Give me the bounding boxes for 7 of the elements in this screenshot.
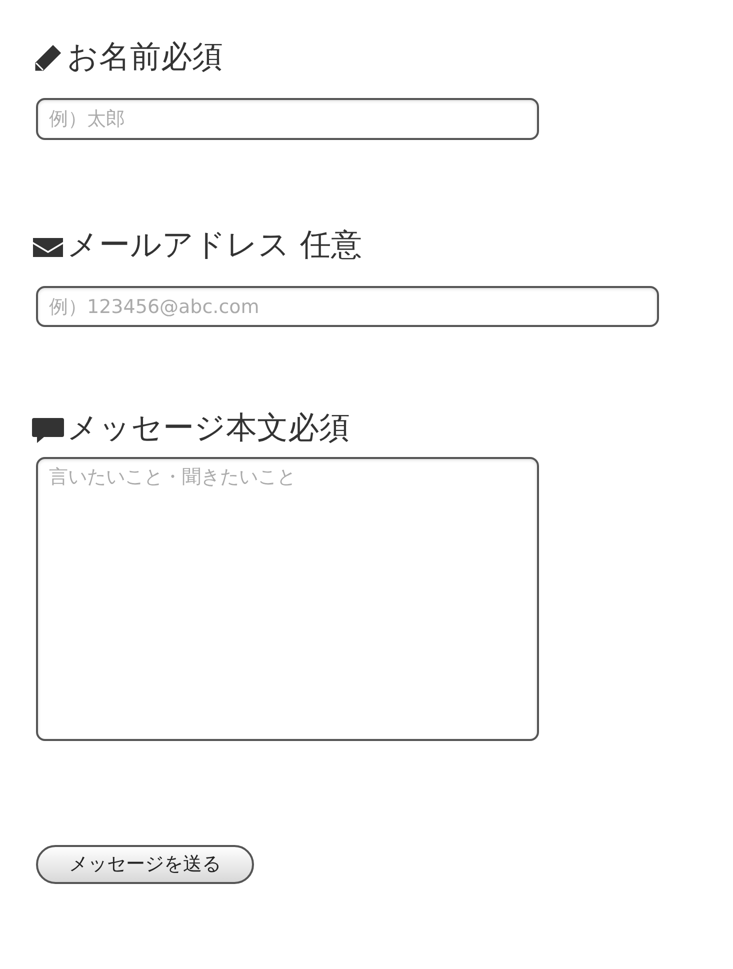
message-field[interactable]: 言いたいこと・聞きたいこと (36, 457, 539, 741)
send-button[interactable]: メッセージを送る (36, 845, 254, 884)
field-label: お名前必須 (67, 39, 223, 77)
name-field[interactable]: 例）太郎 (36, 98, 539, 140)
field-label: メッセージ本文必須 (67, 410, 350, 448)
field-label: メールアドレス 任意 (67, 227, 362, 265)
email-field[interactable]: 例）123456@abc.com (36, 286, 659, 327)
